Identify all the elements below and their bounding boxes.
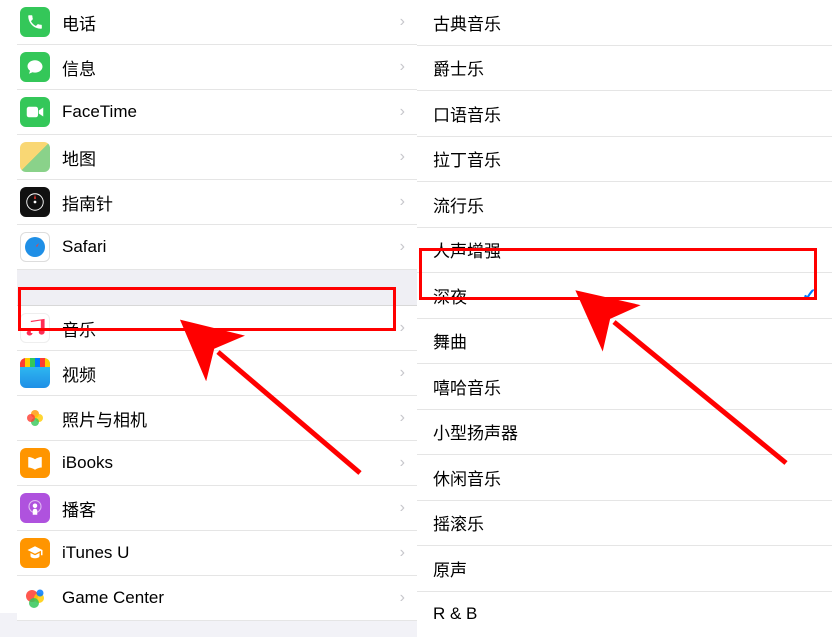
row-label: 古典音乐 bbox=[433, 10, 832, 35]
settings-row-messages[interactable]: 信息 › bbox=[17, 45, 417, 90]
settings-row-compass[interactable]: 指南针 › bbox=[17, 180, 417, 225]
chevron-right-icon: › bbox=[400, 148, 405, 166]
chevron-right-icon: › bbox=[400, 238, 405, 256]
row-label: 原声 bbox=[433, 556, 832, 581]
eq-option-latin[interactable]: 拉丁音乐 bbox=[417, 137, 832, 183]
itunesu-icon bbox=[20, 538, 50, 568]
eq-option-rnb[interactable]: R & B bbox=[417, 592, 832, 637]
chevron-right-icon: › bbox=[400, 193, 405, 211]
row-label: Game Center bbox=[62, 588, 400, 608]
row-label: 嘻哈音乐 bbox=[433, 374, 832, 399]
settings-row-safari[interactable]: Safari › bbox=[17, 225, 417, 270]
eq-option-classical[interactable]: 古典音乐 bbox=[417, 0, 832, 46]
video-icon bbox=[20, 358, 50, 388]
settings-row-podcast[interactable]: 播客 › bbox=[17, 486, 417, 531]
row-label: 人声增强 bbox=[433, 237, 832, 262]
eq-option-jazz[interactable]: 爵士乐 bbox=[417, 46, 832, 92]
chevron-right-icon: › bbox=[400, 364, 405, 382]
eq-option-vocal-boost[interactable]: 人声增强 bbox=[417, 228, 832, 274]
settings-row-music[interactable]: 音乐 › bbox=[17, 306, 417, 351]
eq-option-lounge[interactable]: 休闲音乐 bbox=[417, 455, 832, 501]
chevron-right-icon: › bbox=[400, 589, 405, 607]
gamecenter-icon bbox=[20, 583, 50, 613]
settings-row-gamecenter[interactable]: Game Center › bbox=[17, 576, 417, 621]
row-label: 深夜 bbox=[433, 283, 802, 308]
chevron-right-icon: › bbox=[400, 319, 405, 337]
row-label: FaceTime bbox=[62, 102, 400, 122]
settings-row-photos[interactable]: 照片与相机 › bbox=[17, 396, 417, 441]
eq-option-acoustic[interactable]: 原声 bbox=[417, 546, 832, 592]
row-label: 舞曲 bbox=[433, 328, 832, 353]
row-label: 指南针 bbox=[62, 190, 400, 215]
music-icon bbox=[20, 313, 50, 343]
chevron-right-icon: › bbox=[400, 13, 405, 31]
settings-row-video[interactable]: 视频 › bbox=[17, 351, 417, 396]
maps-icon bbox=[20, 142, 50, 172]
row-label: 爵士乐 bbox=[433, 55, 832, 80]
eq-option-dance[interactable]: 舞曲 bbox=[417, 319, 832, 365]
section-separator bbox=[17, 270, 417, 306]
facetime-icon bbox=[20, 97, 50, 127]
row-label: 口语音乐 bbox=[433, 101, 832, 126]
phone-icon bbox=[20, 7, 50, 37]
eq-option-hiphop[interactable]: 嘻哈音乐 bbox=[417, 364, 832, 410]
settings-row-itunesu[interactable]: iTunes U › bbox=[17, 531, 417, 576]
chevron-right-icon: › bbox=[400, 454, 405, 472]
safari-icon bbox=[20, 232, 50, 262]
row-label: 播客 bbox=[62, 496, 400, 521]
row-label: R & B bbox=[433, 604, 832, 624]
eq-option-latenight[interactable]: 深夜 ✓ bbox=[417, 273, 832, 319]
settings-row-ibooks[interactable]: iBooks › bbox=[17, 441, 417, 486]
row-label: 电话 bbox=[62, 10, 400, 35]
settings-row-facetime[interactable]: FaceTime › bbox=[17, 90, 417, 135]
row-label: Safari bbox=[62, 237, 400, 257]
row-label: iTunes U bbox=[62, 543, 400, 563]
row-label: 地图 bbox=[62, 145, 400, 170]
row-label: 音乐 bbox=[62, 316, 400, 341]
eq-option-spoken[interactable]: 口语音乐 bbox=[417, 91, 832, 137]
row-label: 流行乐 bbox=[433, 192, 832, 217]
row-label: 休闲音乐 bbox=[433, 465, 832, 490]
row-label: 信息 bbox=[62, 55, 400, 80]
chevron-right-icon: › bbox=[400, 58, 405, 76]
photos-icon bbox=[20, 403, 50, 433]
chevron-right-icon: › bbox=[400, 499, 405, 517]
settings-row-maps[interactable]: 地图 › bbox=[17, 135, 417, 180]
settings-row-phone[interactable]: 电话 › bbox=[17, 0, 417, 45]
row-label: 照片与相机 bbox=[62, 406, 400, 431]
compass-icon bbox=[20, 187, 50, 217]
row-label: 小型扬声器 bbox=[433, 419, 832, 444]
chevron-right-icon: › bbox=[400, 103, 405, 121]
row-label: 拉丁音乐 bbox=[433, 146, 832, 171]
eq-option-pop[interactable]: 流行乐 bbox=[417, 182, 832, 228]
checkmark-icon: ✓ bbox=[802, 285, 817, 306]
ibooks-icon bbox=[20, 448, 50, 478]
podcast-icon bbox=[20, 493, 50, 523]
eq-option-small-speakers[interactable]: 小型扬声器 bbox=[417, 410, 832, 456]
chevron-right-icon: › bbox=[400, 409, 405, 427]
messages-icon bbox=[20, 52, 50, 82]
row-label: 摇滚乐 bbox=[433, 510, 832, 535]
row-label: iBooks bbox=[62, 453, 400, 473]
chevron-right-icon: › bbox=[400, 544, 405, 562]
eq-option-rock[interactable]: 摇滚乐 bbox=[417, 501, 832, 547]
row-label: 视频 bbox=[62, 361, 400, 386]
